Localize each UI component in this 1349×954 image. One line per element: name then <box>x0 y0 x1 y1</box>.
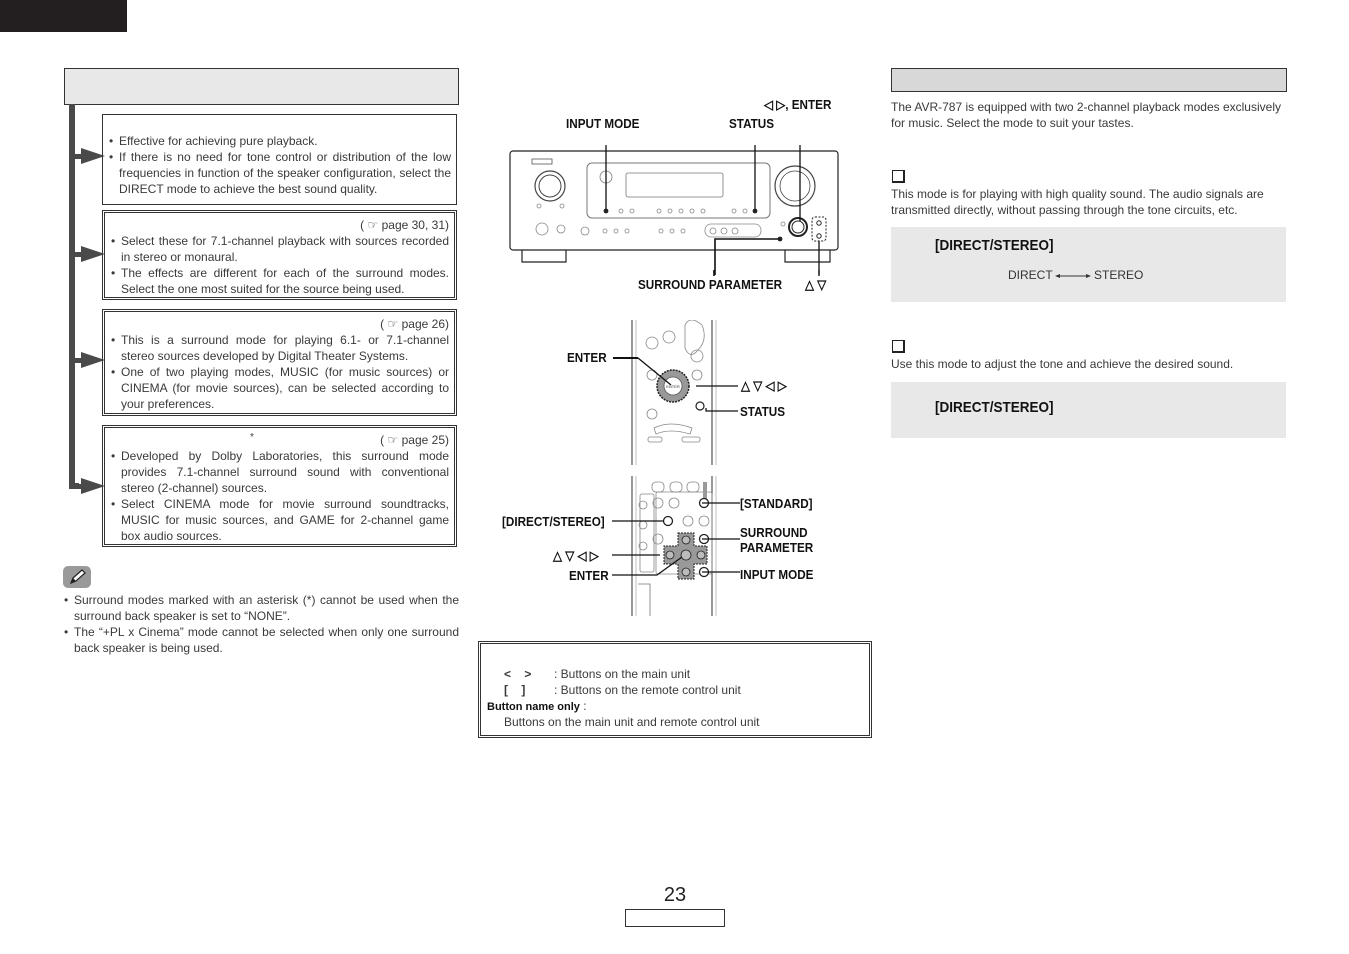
surround-modes-header <box>64 68 459 105</box>
label-input-mode: INPUT MODE <box>740 567 814 582</box>
label-input-mode: INPUT MODE <box>566 116 640 131</box>
hand-pointer-icon: ☞ <box>367 218 379 232</box>
mode-box-direct: Effective for achieving pure playback. I… <box>102 114 457 205</box>
note-item: Surround modes marked with an asterisk (… <box>64 592 459 624</box>
hand-pointer-icon: ☞ <box>387 433 399 447</box>
page-number: 23 <box>663 884 687 906</box>
legend-name-only: Button name only : <box>487 699 587 713</box>
hand-pointer-icon: ☞ <box>387 317 399 331</box>
legend-name-only-desc: Buttons on the main unit and remote cont… <box>504 715 760 729</box>
label-direct-stereo: [DIRECT/STEREO] <box>502 514 605 529</box>
mode-bullet: If there is no need for tone control or … <box>109 149 451 197</box>
label-parameter: PARAMETER <box>740 540 814 555</box>
stereo-label: STEREO <box>1094 268 1144 282</box>
label-arrows: △ ▽ ◁ ▷ <box>553 548 599 563</box>
legend-remote-symbol: [ ] <box>504 683 526 697</box>
legend-main-symbol: < > <box>504 667 532 681</box>
leader-lines <box>637 357 738 412</box>
direct-description: This mode is for playing with high quali… <box>891 187 1264 217</box>
direct-label: DIRECT <box>1008 268 1053 282</box>
checkbox-icon <box>892 340 905 353</box>
mode-box-dolby: * ( ☞ page 25) Developed by Dolby Labora… <box>102 425 457 547</box>
label-status: STATUS <box>740 404 786 419</box>
two-channel-header <box>891 68 1287 92</box>
stereo-description: Use this mode to adjust the tone and ach… <box>891 357 1234 371</box>
mode-bullet: Developed by Dolby Laboratories, this su… <box>111 448 449 496</box>
label-left-right-enter: ◁ ▷, ENTER <box>764 97 832 112</box>
mode-bullet: Effective for achieving pure playback. <box>109 133 451 149</box>
checkbox-icon <box>892 170 905 183</box>
label-standard: [STANDARD] <box>740 496 813 511</box>
label-surround: SURROUND <box>740 525 808 540</box>
label-arrows: △ ▽ ◁ ▷ <box>741 378 787 393</box>
button-legend-box: < > : Buttons on the main unit [ ] : But… <box>478 641 872 738</box>
leader-lines <box>713 270 820 276</box>
mode-bullet: This is a surround mode for playing 6.1-… <box>111 332 449 364</box>
page-language-box <box>625 909 725 927</box>
label-enter: ENTER <box>567 350 607 365</box>
legend-remote-desc: : Buttons on the remote control unit <box>554 683 741 697</box>
direct-stereo-button-label: [DIRECT/STEREO] <box>935 237 1054 254</box>
page-ref: ( ☞ page 25) <box>380 433 449 447</box>
page-ref: ( ☞ page 26) <box>380 317 449 331</box>
legend-name-only-label: Button name only <box>487 701 580 713</box>
mode-box-dsp: ( ☞ page 30, 31) Select these for 7.1-ch… <box>102 210 457 300</box>
arrow-icon <box>75 246 105 262</box>
mode-bullet: Select CINEMA mode for movie surround so… <box>111 496 449 544</box>
leader-lines <box>612 502 740 576</box>
double-arrow-icon <box>1055 274 1091 278</box>
mode-bullet: One of two playing modes, MUSIC (for mus… <box>111 364 449 412</box>
direct-stereo-button-label: [DIRECT/STEREO] <box>935 399 1054 416</box>
mode-box-dts: ( ☞ page 26) This is a surround mode for… <box>102 309 457 416</box>
label-status: STATUS <box>729 116 775 131</box>
page-ref: ( ☞ page 30, 31) <box>360 218 449 232</box>
arrow-icon <box>75 352 105 368</box>
mode-bullet: Select these for 7.1-channel playback wi… <box>111 233 449 265</box>
pencil-icon <box>63 566 91 588</box>
legend-main-desc: : Buttons on the main unit <box>554 667 691 681</box>
language-tab <box>0 0 127 32</box>
arrow-icon <box>75 478 105 494</box>
note-item: The “+PL x Cinema” mode cannot be select… <box>64 624 459 656</box>
label-enter: ENTER <box>569 568 609 583</box>
mode-bullet: The effects are different for each of th… <box>111 265 449 297</box>
leader-line <box>613 357 638 359</box>
arrow-icon <box>75 148 105 164</box>
intro-text: The AVR-787 is equipped with two 2-chann… <box>891 100 1281 130</box>
main-unit-illustration <box>509 145 839 275</box>
notes-list: Surround modes marked with an asterisk (… <box>64 592 459 656</box>
direct-stereo-panel: [DIRECT/STEREO] DIRECT STEREO <box>891 227 1286 302</box>
direct-stereo-panel-2: [DIRECT/STEREO] <box>891 382 1286 438</box>
asterisk-mark: * <box>250 432 254 443</box>
